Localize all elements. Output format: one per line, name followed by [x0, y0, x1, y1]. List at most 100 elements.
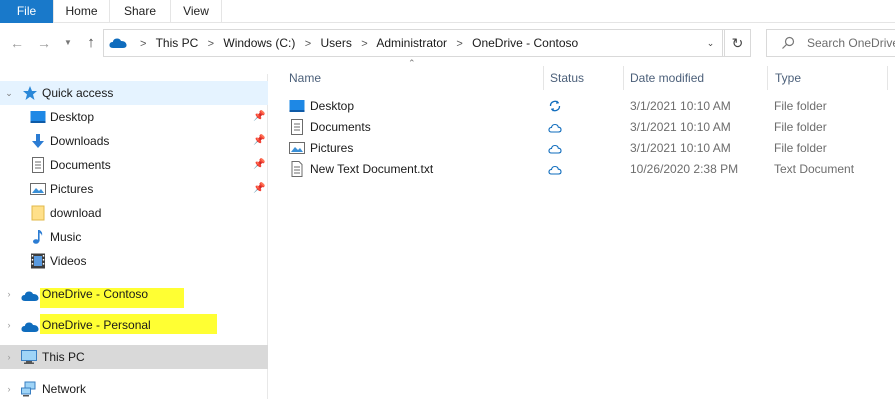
recent-locations-chevron-icon[interactable]: ▼	[62, 34, 74, 52]
file-date: 3/1/2021 10:10 AM	[630, 141, 731, 155]
column-divider[interactable]	[887, 66, 888, 90]
file-row[interactable]: Pictures 3/1/2021 10:10 AM File folder	[285, 138, 895, 159]
sidebar-item-network[interactable]: › Network	[0, 377, 268, 401]
sort-ascending-icon: ⌃	[408, 58, 416, 68]
sidebar-item-label: This PC	[42, 350, 85, 364]
sidebar-item-label: Videos	[50, 254, 87, 268]
breadcrumb-this-pc[interactable]: This PC	[156, 36, 199, 50]
sidebar-item-label: Pictures	[50, 182, 94, 196]
search-icon	[781, 36, 795, 53]
computer-icon	[21, 349, 37, 365]
breadcrumb-users[interactable]: Users	[321, 36, 352, 50]
search-placeholder[interactable]: Search OneDrive	[807, 30, 895, 56]
chevron-right-icon[interactable]: ›	[4, 345, 14, 369]
breadcrumb-separator[interactable]: >	[456, 38, 462, 50]
file-name: Desktop	[310, 99, 355, 113]
onedrive-cloud-icon	[21, 287, 39, 303]
forward-arrow-icon[interactable]: →	[35, 34, 53, 52]
sidebar-item-download[interactable]: download	[0, 201, 268, 225]
sidebar-item-label: OneDrive - Personal	[42, 318, 151, 332]
chevron-right-icon[interactable]: ›	[4, 377, 14, 401]
address-bar[interactable]: > This PC > Windows (C:) > Users > Admin…	[103, 29, 723, 57]
sidebar-item-label: Quick access	[42, 86, 114, 100]
onedrive-cloud-icon	[109, 36, 127, 53]
sidebar-item-label: Documents	[50, 158, 111, 172]
sidebar-item-label: download	[50, 206, 102, 220]
column-header-type[interactable]: Type	[775, 66, 801, 90]
sidebar-item-label: Network	[42, 382, 87, 396]
ribbon: File Home Share View	[0, 0, 895, 23]
folder-icon	[30, 205, 46, 221]
refresh-icon[interactable]: ↻	[724, 29, 751, 57]
navigation-pane: ⌄ Quick access Desktop 📌 Downloads 📌 Doc…	[0, 74, 268, 399]
search-box[interactable]: Search OneDrive	[766, 29, 895, 57]
videos-icon	[30, 253, 46, 269]
file-date: 3/1/2021 10:10 AM	[630, 99, 731, 113]
sidebar-item-downloads[interactable]: Downloads 📌	[0, 129, 268, 153]
breadcrumb-administrator[interactable]: Administrator	[376, 36, 447, 50]
desktop-icon	[30, 109, 46, 125]
file-type: Text Document	[774, 162, 855, 176]
chevron-down-icon[interactable]: ⌄	[4, 81, 14, 105]
cloud-icon	[548, 162, 562, 183]
file-row[interactable]: Documents 3/1/2021 10:10 AM File folder	[285, 117, 895, 138]
column-header-status[interactable]: Status	[550, 66, 584, 90]
file-name: Documents	[310, 120, 371, 134]
sidebar-item-music[interactable]: Music	[0, 225, 268, 249]
file-type: File folder	[774, 99, 827, 113]
tab-file[interactable]: File	[0, 0, 53, 23]
file-row[interactable]: Desktop 3/1/2021 10:10 AM File folder	[285, 96, 895, 117]
back-arrow-icon[interactable]: ←	[8, 34, 26, 52]
sidebar-item-quick-access[interactable]: ⌄ Quick access	[0, 81, 268, 105]
sidebar-item-desktop[interactable]: Desktop 📌	[0, 105, 268, 129]
breadcrumb-separator[interactable]: >	[305, 38, 311, 50]
tab-view[interactable]: View	[171, 0, 222, 23]
file-name: New Text Document.txt	[310, 162, 434, 176]
breadcrumb-separator[interactable]: >	[361, 38, 367, 50]
sidebar-item-label: OneDrive - Contoso	[42, 287, 149, 301]
documents-icon	[30, 157, 46, 173]
star-icon	[22, 85, 38, 101]
pictures-folder-icon	[289, 140, 305, 156]
music-icon	[30, 229, 46, 245]
pin-icon[interactable]: 📌	[253, 105, 265, 129]
chevron-right-icon[interactable]: ›	[4, 313, 14, 337]
file-type: File folder	[774, 141, 827, 155]
sidebar-item-onedrive-contoso[interactable]: › OneDrive - Contoso	[0, 282, 268, 306]
chevron-right-icon[interactable]: ›	[4, 282, 14, 306]
sidebar-item-videos[interactable]: Videos	[0, 249, 268, 273]
sidebar-item-onedrive-personal[interactable]: › OneDrive - Personal	[0, 313, 268, 337]
breadcrumb-onedrive-contoso[interactable]: OneDrive - Contoso	[472, 36, 578, 50]
tab-share[interactable]: Share	[110, 0, 171, 23]
address-dropdown-chevron-icon[interactable]: ⌄	[697, 29, 725, 57]
desktop-folder-icon	[289, 98, 305, 114]
column-header-name[interactable]: Name	[289, 66, 321, 90]
documents-folder-icon	[289, 119, 305, 135]
column-divider[interactable]	[767, 66, 768, 90]
column-divider[interactable]	[543, 66, 544, 90]
sidebar-item-pictures[interactable]: Pictures 📌	[0, 177, 268, 201]
downloads-icon	[30, 133, 46, 149]
pin-icon[interactable]: 📌	[253, 177, 265, 201]
breadcrumb-separator[interactable]: >	[208, 38, 214, 50]
file-name: Pictures	[310, 141, 354, 155]
breadcrumb: > This PC > Windows (C:) > Users > Admin…	[134, 30, 578, 56]
column-header-date-modified[interactable]: Date modified	[630, 66, 704, 90]
pin-icon[interactable]: 📌	[253, 153, 265, 177]
network-icon	[21, 381, 37, 397]
sidebar-item-label: Music	[50, 230, 82, 244]
sidebar-item-documents[interactable]: Documents 📌	[0, 153, 268, 177]
file-type: File folder	[774, 120, 827, 134]
pictures-icon	[30, 181, 46, 197]
breadcrumb-windows-c[interactable]: Windows (C:)	[223, 36, 295, 50]
onedrive-cloud-icon	[21, 318, 39, 334]
breadcrumb-separator: >	[140, 38, 147, 50]
file-row[interactable]: New Text Document.txt 10/26/2020 2:38 PM…	[285, 159, 895, 180]
file-date: 10/26/2020 2:38 PM	[630, 162, 739, 176]
up-arrow-icon[interactable]: ↑	[82, 34, 100, 52]
column-divider[interactable]	[623, 66, 624, 90]
sidebar-item-this-pc[interactable]: › This PC	[0, 345, 268, 369]
tab-home[interactable]: Home	[53, 0, 110, 23]
pin-icon[interactable]: 📌	[253, 129, 265, 153]
file-date: 3/1/2021 10:10 AM	[630, 120, 731, 134]
